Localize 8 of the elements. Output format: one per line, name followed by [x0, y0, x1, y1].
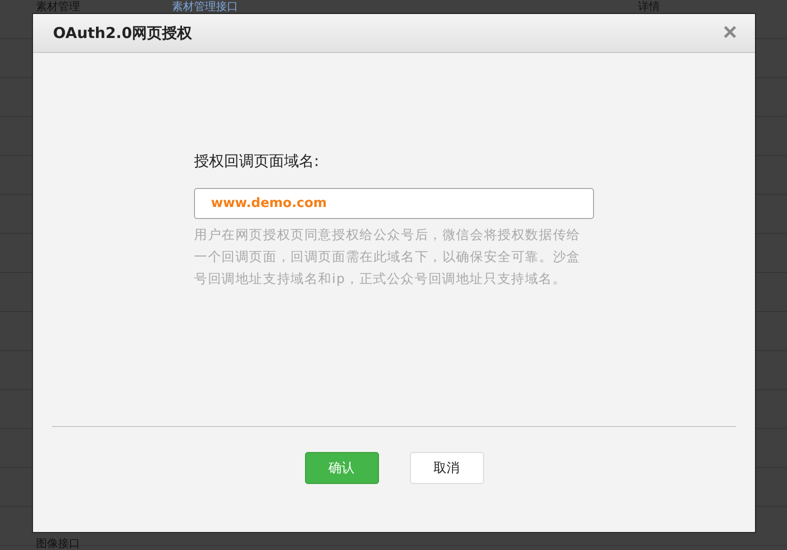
help-text: 用户在网页授权页同意授权给公众号后，微信会将授权数据传给一个回调页面，回调页面需在此域名下，以确保安全可靠。沙盒号回调地址支持域名和ip，正式公众号回调地址只支持域名。	[194, 227, 582, 289]
field-label: 授权回调页面域名:	[194, 152, 320, 171]
link[interactable]: 素材管理接口	[172, 0, 638, 13]
close-button[interactable]: ×	[722, 21, 737, 45]
confirm-button[interactable]: 确认	[304, 452, 378, 484]
domain-input[interactable]: www.demo.com	[194, 188, 594, 219]
cancel-button[interactable]: 取消	[410, 452, 484, 484]
dialog-title: OAuth2.0网页授权	[53, 24, 192, 42]
